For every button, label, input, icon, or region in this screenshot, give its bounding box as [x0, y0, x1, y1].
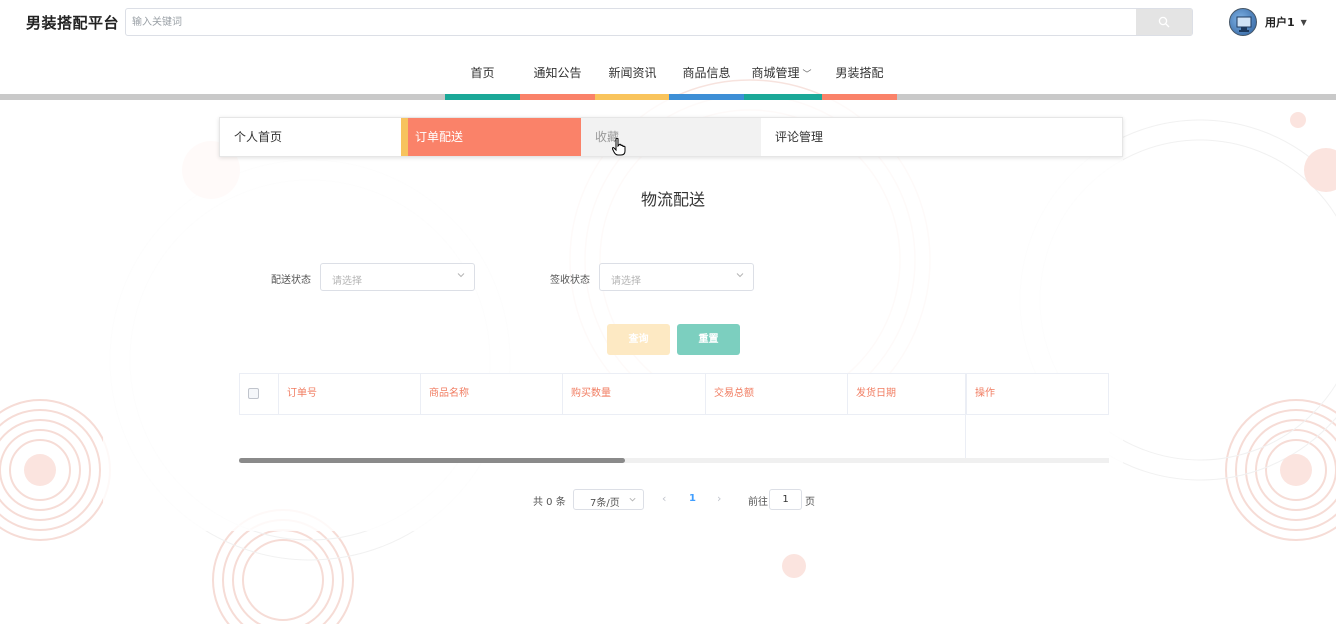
tab-comment-management[interactable]: 评论管理 — [761, 118, 941, 156]
prev-page-button[interactable]: ‹ — [662, 492, 666, 505]
search-icon — [1158, 16, 1170, 28]
page-size-select[interactable]: 7条/页 — [573, 489, 644, 510]
goto-label: 前往 — [748, 497, 768, 508]
active-tab-marker — [401, 118, 408, 156]
nav-underline-news — [595, 94, 669, 100]
page-suffix-label: 页 — [805, 497, 815, 508]
orders-table: 订单号 商品名称 购买数量 交易总额 发货日期 操作 — [239, 373, 1109, 463]
horizontal-scrollbar-thumb[interactable] — [239, 458, 625, 463]
column-ship-date[interactable]: 发货日期 — [848, 374, 966, 414]
delivery-status-label: 配送状态 — [271, 275, 311, 286]
chevron-down-icon — [629, 497, 636, 502]
column-actions: 操作 — [966, 374, 1108, 414]
page-size-value: 7条/页 — [590, 498, 620, 509]
nav-underline-notices — [520, 94, 595, 100]
tab-personal-home[interactable]: 个人首页 — [220, 118, 401, 156]
delivery-status-select[interactable]: 请选择 — [320, 263, 475, 291]
pagination-total: 共 0 条 — [533, 497, 566, 508]
nav-underline-products — [669, 94, 744, 100]
select-all-checkbox[interactable] — [248, 388, 259, 399]
caret-down-icon[interactable]: ▼ — [1301, 18, 1307, 27]
user-menu[interactable]: 用户1 ▼ — [1229, 7, 1307, 37]
sign-status-select[interactable]: 请选择 — [599, 263, 754, 291]
chevron-down-icon — [736, 273, 744, 278]
center-tabs: 个人首页 订单配送 收藏 评论管理 — [219, 117, 1123, 157]
sign-status-placeholder: 请选择 — [611, 276, 641, 287]
nav-item-news[interactable]: 新闻资讯 — [595, 64, 670, 81]
sign-status-label: 签收状态 — [550, 275, 590, 286]
site-logo[interactable]: 男装搭配平台 — [26, 12, 119, 33]
avatar-image-icon — [1236, 16, 1252, 32]
nav-item-outfits[interactable]: 男装搭配 — [822, 64, 897, 81]
goto-page-input[interactable]: 1 — [769, 489, 802, 510]
page-number-current[interactable]: 1 — [689, 493, 696, 504]
username[interactable]: 用户1 — [1265, 14, 1295, 30]
nav-underline-outfits — [822, 94, 897, 100]
reset-button[interactable]: 重置 — [677, 324, 740, 355]
search-input[interactable] — [126, 9, 1136, 35]
delivery-status-placeholder: 请选择 — [332, 276, 362, 287]
nav-item-mall-management[interactable]: 商城管理 ﹀ — [744, 64, 819, 81]
search-button[interactable] — [1136, 9, 1192, 35]
nav-underline-home — [445, 94, 520, 100]
column-order-number[interactable]: 订单号 — [279, 374, 421, 414]
select-all-cell — [240, 374, 279, 414]
next-page-button[interactable]: › — [717, 492, 721, 505]
nav-item-home[interactable]: 首页 — [445, 64, 520, 81]
fixed-column-divider — [965, 415, 966, 463]
chevron-down-icon — [457, 273, 465, 278]
tab-order-delivery[interactable]: 订单配送 — [408, 118, 581, 156]
avatar[interactable] — [1229, 8, 1257, 36]
hand-cursor-icon — [612, 138, 626, 156]
query-button[interactable]: 查询 — [607, 324, 670, 355]
top-header: 男装搭配平台 用户1 ▼ — [0, 0, 1336, 44]
main-nav: 首页 通知公告 新闻资讯 商品信息 商城管理 ﹀ 男装搭配 — [0, 56, 1336, 94]
page-title: 物流配送 — [640, 190, 705, 209]
chevron-down-icon: ﹀ — [802, 70, 812, 80]
nav-item-products[interactable]: 商品信息 — [669, 64, 744, 81]
column-total-amount[interactable]: 交易总额 — [706, 374, 848, 414]
tab-favorites[interactable]: 收藏 — [581, 118, 761, 156]
nav-item-notices[interactable]: 通知公告 — [520, 64, 595, 81]
column-quantity[interactable]: 购买数量 — [563, 374, 706, 414]
search-box — [125, 8, 1193, 36]
column-product-name[interactable]: 商品名称 — [421, 374, 563, 414]
table-header: 订单号 商品名称 购买数量 交易总额 发货日期 操作 — [239, 373, 1109, 415]
nav-underline-mall — [744, 94, 822, 100]
